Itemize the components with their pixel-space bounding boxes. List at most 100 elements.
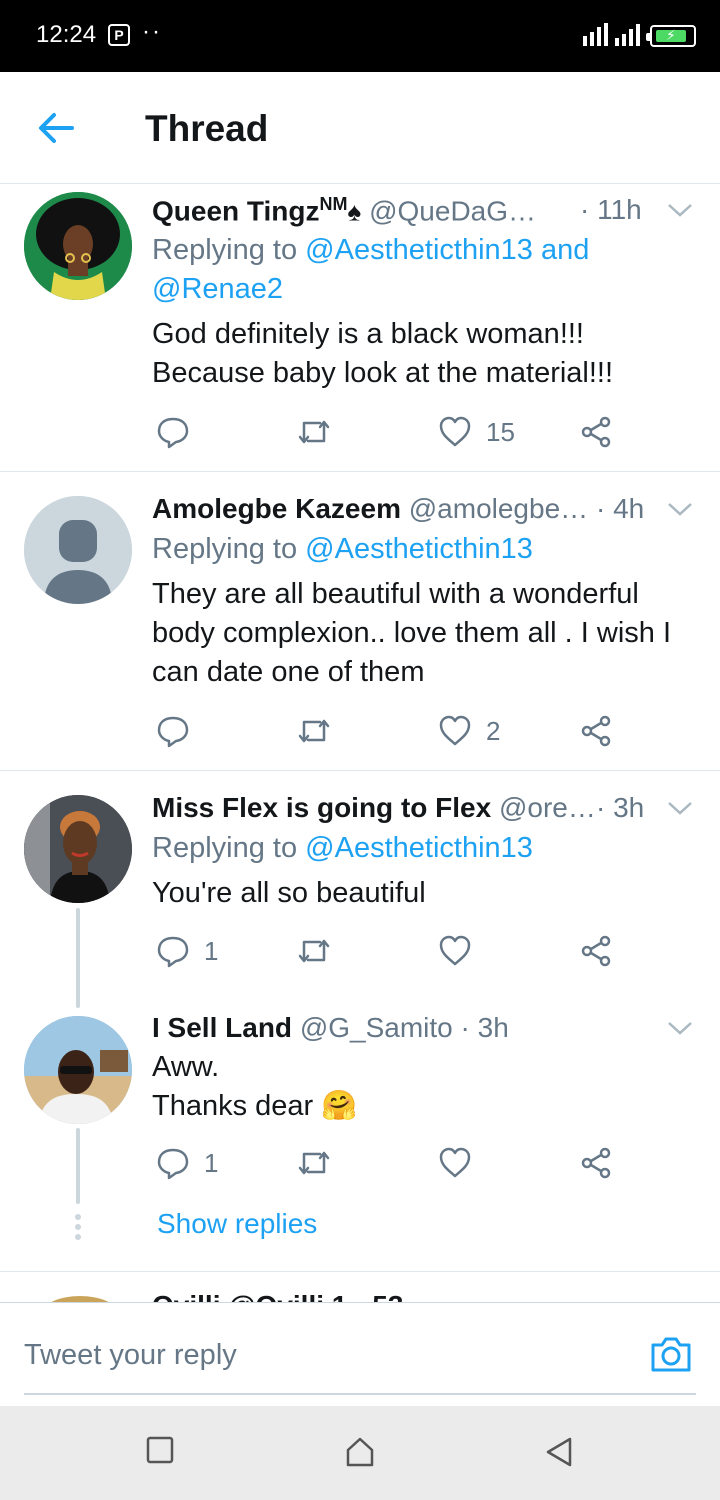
display-name[interactable]: Queen Tingz xyxy=(152,195,320,226)
tweet-text-line: Aww. xyxy=(152,1051,220,1083)
input-underline xyxy=(24,1393,696,1395)
divider xyxy=(0,471,720,472)
chevron-down-icon[interactable] xyxy=(666,1018,694,1038)
tweet-text: You're all so beautiful xyxy=(152,874,697,913)
camera-icon[interactable] xyxy=(650,1335,692,1373)
display-name[interactable]: Miss Flex is going to Flex xyxy=(152,792,491,823)
tweet-time: · 4h xyxy=(596,493,645,524)
tweet-time: · 11h xyxy=(580,194,642,225)
retweet-button[interactable] xyxy=(296,1143,346,1183)
reply-button[interactable]: 1 xyxy=(156,931,218,971)
like-count: 2 xyxy=(486,715,501,746)
reply-button[interactable] xyxy=(156,412,204,452)
display-name[interactable]: I Sell Land xyxy=(152,1012,292,1043)
like-button[interactable] xyxy=(438,1143,486,1183)
reply-count: 1 xyxy=(204,1147,219,1178)
heart-icon xyxy=(439,1147,471,1178)
like-count: 15 xyxy=(486,416,515,447)
like-button[interactable]: 15 xyxy=(438,412,515,452)
next-tweet-header: Ovilli @Ovilli 1 · 53 xyxy=(152,1290,403,1302)
show-replies-link[interactable]: Show replies xyxy=(157,1208,317,1240)
tweet-actions: 2 xyxy=(152,711,632,751)
back-arrow-icon[interactable] xyxy=(36,110,76,146)
chevron-down-icon[interactable] xyxy=(666,798,694,818)
recents-square-icon[interactable] xyxy=(146,1436,174,1464)
home-icon[interactable] xyxy=(344,1436,376,1468)
avatar[interactable] xyxy=(24,496,132,604)
tweet-header-line: Miss Flex is going to Flex @ore… xyxy=(152,792,596,824)
reply-count: 1 xyxy=(204,935,219,966)
mention-link[interactable]: @Aestheticthin13 and xyxy=(305,234,589,266)
user-handle[interactable]: @QueDaG… xyxy=(369,195,536,226)
retweet-button[interactable] xyxy=(296,931,346,971)
tweet-text-line: body complexion.. love them all . I wish… xyxy=(152,617,672,649)
status-time: 12:24 xyxy=(36,21,97,48)
tweet-text: They are all beautiful with a wonderful … xyxy=(152,575,697,692)
user-handle[interactable]: @amolegbe… xyxy=(409,493,588,524)
reply-input[interactable]: Tweet your reply xyxy=(24,1339,237,1372)
tweet-text: Aww. Thanks dear 🤗 xyxy=(152,1048,697,1126)
share-icon xyxy=(581,935,611,967)
replying-prefix: Replying to xyxy=(152,234,306,266)
spade-emoji: ♠ xyxy=(347,196,362,227)
back-triangle-icon[interactable] xyxy=(544,1436,574,1468)
thread-connector-line xyxy=(76,1128,80,1204)
retweet-icon xyxy=(298,1151,330,1175)
share-button[interactable] xyxy=(580,1143,612,1183)
chevron-down-icon[interactable] xyxy=(666,499,694,519)
thread-header: Thread xyxy=(0,72,720,184)
status-bar: 12:24 P ·· ⚡ xyxy=(0,0,720,72)
tweet-time: · 3h xyxy=(460,1012,509,1043)
replying-to: Replying to @Aestheticthin13 and @Renae2 xyxy=(152,231,692,309)
tweet-actions: 1 xyxy=(152,1143,632,1183)
share-button[interactable] xyxy=(580,412,612,452)
user-handle[interactable]: @G_Samito xyxy=(300,1012,453,1043)
replying-prefix: Replying to xyxy=(152,832,306,864)
battery-icon: ⚡ xyxy=(646,25,696,47)
tweet-header-line: Queen TingzNM♠ @QueDaG… xyxy=(152,194,536,227)
tweet-header-line: Amolegbe Kazeem @amolegbe… xyxy=(152,493,588,525)
mention-link[interactable]: @Aestheticthin13 xyxy=(305,832,533,864)
retweet-icon xyxy=(298,719,330,743)
thread-connector-line xyxy=(76,908,80,1008)
retweet-button[interactable] xyxy=(296,412,346,452)
reply-button[interactable]: 1 xyxy=(156,1143,218,1183)
tweet-text-line: can date one of them xyxy=(152,656,425,688)
name-superscript: NM xyxy=(319,194,348,214)
tweet-text: God definitely is a black woman!!! Becau… xyxy=(152,315,697,393)
tweet-text-line: They are all beautiful with a wonderful xyxy=(152,578,639,610)
tweet-text-line: You're all so beautiful xyxy=(152,877,426,909)
share-icon xyxy=(581,1147,611,1179)
chevron-down-icon[interactable] xyxy=(666,200,694,220)
tweet-text-line: Thanks dear 🤗 xyxy=(152,1090,358,1122)
avatar[interactable] xyxy=(24,192,132,300)
thread-ellipsis-dots xyxy=(74,1214,82,1244)
comment-icon xyxy=(157,936,189,968)
comment-icon xyxy=(157,1148,189,1180)
mention-link[interactable]: @Aestheticthin13 xyxy=(305,533,533,565)
replying-to: Replying to @Aestheticthin13 xyxy=(152,829,692,868)
avatar[interactable] xyxy=(24,1016,132,1124)
parking-app-icon: P xyxy=(108,24,130,46)
comment-icon xyxy=(157,417,189,449)
share-button[interactable] xyxy=(580,711,612,751)
tweet-text-line: Because baby look at the material!!! xyxy=(152,357,614,389)
next-tweet-peek[interactable]: Ovilli @Ovilli 1 · 53 xyxy=(0,1272,720,1302)
heart-icon xyxy=(439,935,471,966)
tweet-time: · 3h xyxy=(596,792,645,823)
display-name[interactable]: Amolegbe Kazeem xyxy=(152,493,401,524)
tweet-text-line: God definitely is a black woman!!! xyxy=(152,318,584,350)
share-button[interactable] xyxy=(580,931,612,971)
like-button[interactable]: 2 xyxy=(438,711,500,751)
reply-composer: Tweet your reply xyxy=(0,1302,720,1406)
user-handle[interactable]: @ore… xyxy=(499,792,596,823)
avatar[interactable] xyxy=(24,795,132,903)
tweet-actions: 15 xyxy=(152,412,632,452)
retweet-button[interactable] xyxy=(296,711,346,751)
reply-button[interactable] xyxy=(156,711,204,751)
system-nav-bar xyxy=(0,1406,720,1500)
like-button[interactable] xyxy=(438,931,486,971)
mention-link[interactable]: @Renae2 xyxy=(152,273,283,305)
share-icon xyxy=(581,715,611,747)
divider xyxy=(0,770,720,771)
